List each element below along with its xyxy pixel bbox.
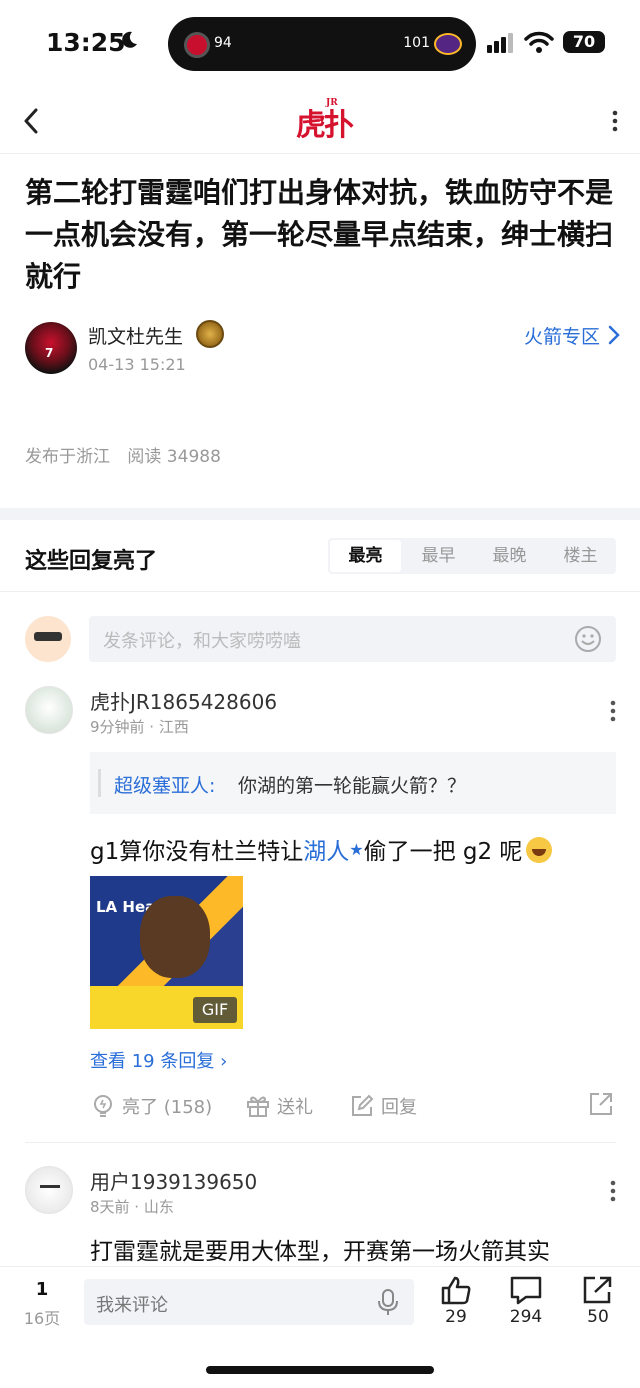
comment-more-icon[interactable] <box>610 700 616 722</box>
my-avatar <box>25 616 71 662</box>
post-reads: 阅读 34988 <box>127 447 221 467</box>
zone-link[interactable]: 火箭专区 <box>524 322 600 349</box>
home-indicator[interactable] <box>206 1366 434 1374</box>
page-number[interactable]: 1 <box>0 1279 84 1300</box>
tab-op-only[interactable]: 楼主 <box>545 538 616 574</box>
more-menu-icon[interactable] <box>612 110 618 132</box>
status-time: 13:25 <box>46 28 126 57</box>
quoted-reply[interactable]: 超级塞亚人: 你湖的第一轮能赢火箭？？ <box>90 752 616 814</box>
author-badge-icon[interactable] <box>196 320 224 348</box>
comment-time: 9分钟前 · 江西 <box>90 718 189 736</box>
post-meta: 发布于浙江 阅读 34988 <box>25 442 233 467</box>
section-divider <box>0 508 640 520</box>
like-count: 29 <box>445 1307 467 1327</box>
tab-latest[interactable]: 最晚 <box>474 538 545 574</box>
nav-divider <box>0 153 640 154</box>
rockets-logo-icon <box>184 32 210 58</box>
laughing-emoji-icon <box>526 837 553 863</box>
comment-text: 打雷霆就是要用大体型，开赛第一场火箭其实 <box>90 1239 550 1265</box>
comment-input[interactable]: 我来评论 <box>84 1279 414 1325</box>
hupu-logo: 虎扑 JR <box>296 98 354 144</box>
nav-bar: 虎扑 JR <box>0 90 640 154</box>
logo-sup: JR <box>326 98 338 108</box>
replies-title: 这些回复亮了 <box>25 549 158 574</box>
sort-tabs: 最亮 最早 最晚 楼主 <box>328 538 616 574</box>
gift-icon <box>247 1096 269 1117</box>
gift-label: 送礼 <box>277 1097 313 1118</box>
comment-count: 294 <box>509 1307 543 1327</box>
signal-icon <box>487 33 515 53</box>
post-location: 发布于浙江 <box>25 447 110 467</box>
comment-username[interactable]: 用户1939139650 <box>90 1166 257 1195</box>
score-left: 94 <box>214 35 232 51</box>
comment-placeholder: 我来评论 <box>96 1295 168 1316</box>
compose-placeholder: 发条评论，和大家唠唠嗑 <box>103 631 301 652</box>
share-icon[interactable] <box>588 1091 614 1117</box>
comment-divider <box>25 1142 616 1143</box>
author-name[interactable]: 凯文杜先生 <box>88 322 183 349</box>
gift-button[interactable]: 送礼 <box>245 1093 313 1119</box>
post-time: 04-13 15:21 <box>88 355 186 374</box>
dynamic-island-score[interactable]: 94 101 <box>168 17 476 71</box>
moon-icon <box>122 31 137 48</box>
gif-face <box>140 896 210 978</box>
compose-comment-field[interactable]: 发条评论，和大家唠唠嗑 <box>89 616 616 662</box>
reply-button[interactable]: 回复 <box>349 1093 417 1119</box>
light-bulb-icon <box>94 1095 112 1117</box>
back-icon[interactable] <box>18 104 44 138</box>
star-icon: ★ <box>349 840 364 859</box>
lakers-link[interactable]: 湖人 <box>303 839 349 865</box>
tab-hottest[interactable]: 最亮 <box>330 540 401 572</box>
comment-text: g1算你没有杜兰特让湖人★偷了一把 g2 呢 <box>90 832 553 866</box>
battery-indicator: 70 <box>563 31 605 53</box>
comment-text-part: 偷了一把 g2 呢 <box>363 839 523 865</box>
post-title: 第二轮打雷霆咱们打出身体对抗，铁血防守不是一点机会没有，第一轮尽量早点结束，绅士… <box>25 176 614 293</box>
edit-reply-icon <box>352 1094 374 1116</box>
view-replies-label: 查看 19 条回复 <box>90 1051 215 1072</box>
emoji-icon[interactable] <box>574 625 602 653</box>
score-right: 101 <box>403 35 430 51</box>
comment-bubble-icon <box>510 1276 542 1305</box>
thumbs-up-icon <box>441 1276 471 1305</box>
comment-avatar[interactable] <box>25 686 73 734</box>
light-button[interactable]: 亮了 (158) <box>90 1093 212 1119</box>
share-count: 50 <box>587 1307 609 1327</box>
chevron-right-icon: › <box>220 1051 228 1072</box>
page-total[interactable]: 16页 <box>0 1305 84 1329</box>
comment-time: 8天前 · 山东 <box>90 1198 174 1216</box>
comment-more-icon[interactable] <box>610 1180 616 1202</box>
reply-label: 回复 <box>381 1097 417 1118</box>
comment-avatar[interactable] <box>25 1166 73 1214</box>
view-replies-link[interactable]: 查看 19 条回复 › <box>90 1047 227 1073</box>
quoted-username[interactable]: 超级塞亚人: <box>114 771 215 798</box>
status-bar: 13:25 94 101 70 <box>0 0 640 80</box>
lakers-logo-icon <box>434 33 462 55</box>
comments-button[interactable]: 294 <box>496 1275 556 1327</box>
microphone-icon[interactable] <box>376 1288 400 1316</box>
chevron-right-icon[interactable] <box>608 325 620 345</box>
logo-text: 虎扑 <box>296 108 354 143</box>
share-button[interactable]: 50 <box>568 1275 628 1327</box>
comment-text-part: g1算你没有杜兰特让 <box>90 839 304 865</box>
share-icon <box>583 1276 612 1304</box>
replies-divider <box>0 591 640 592</box>
quoted-text: 你湖的第一轮能赢火箭？？ <box>238 775 467 797</box>
author-avatar[interactable] <box>25 322 77 374</box>
light-count: 亮了 (158) <box>122 1097 213 1118</box>
gif-image[interactable]: LA Health GIF <box>90 876 243 1029</box>
wifi-icon <box>524 31 554 53</box>
tab-earliest[interactable]: 最早 <box>403 538 474 574</box>
comment-username[interactable]: 虎扑JR1865428606 <box>90 686 277 715</box>
like-button[interactable]: 29 <box>426 1275 486 1327</box>
gif-badge: GIF <box>193 997 237 1023</box>
